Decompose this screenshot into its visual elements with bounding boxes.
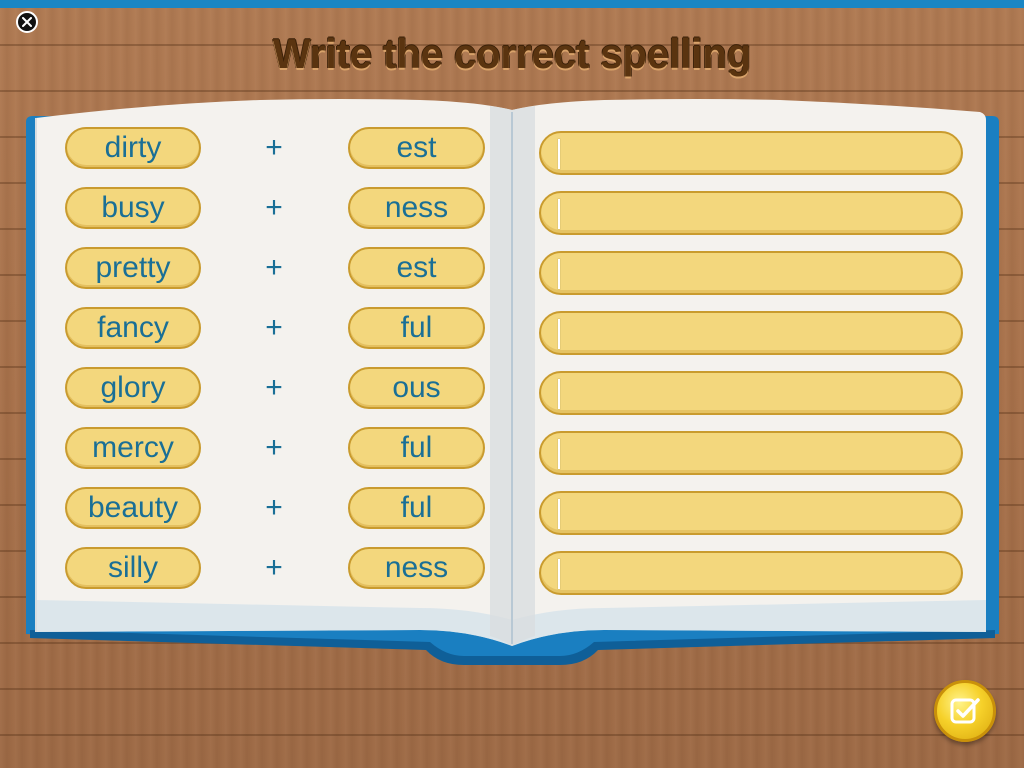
plus-sign: + (265, 191, 283, 224)
suffix-pill: est (348, 247, 485, 289)
suffix-pill: ful (348, 487, 485, 529)
list-item: pretty + est (0, 247, 1024, 295)
answer-input[interactable] (539, 551, 963, 595)
text-caret (558, 379, 560, 409)
close-icon (22, 17, 32, 27)
top-bar (0, 0, 1024, 8)
text-caret (558, 559, 560, 589)
page-title: Write the correct spelling (272, 30, 752, 77)
answer-input[interactable] (539, 191, 963, 235)
plus-sign: + (265, 551, 283, 584)
base-word-pill: fancy (65, 307, 201, 349)
list-item: glory + ous (0, 367, 1024, 415)
list-item: mercy + ful (0, 427, 1024, 475)
answer-input[interactable] (539, 251, 963, 295)
suffix-pill: ous (348, 367, 485, 409)
base-word-pill: glory (65, 367, 201, 409)
text-caret (558, 439, 560, 469)
list-item: beauty + ful (0, 487, 1024, 535)
list-item: fancy + ful (0, 307, 1024, 355)
base-word-pill: mercy (65, 427, 201, 469)
plus-sign: + (265, 131, 283, 164)
plus-sign: + (265, 371, 283, 404)
text-caret (558, 199, 560, 229)
suffix-pill: ful (348, 427, 485, 469)
check-answers-button[interactable] (934, 680, 996, 742)
answer-input[interactable] (539, 311, 963, 355)
base-word-pill: silly (65, 547, 201, 589)
answer-input[interactable] (539, 131, 963, 175)
plus-sign: + (265, 251, 283, 284)
text-caret (558, 499, 560, 529)
suffix-pill: ness (348, 547, 485, 589)
base-word-pill: dirty (65, 127, 201, 169)
list-item: dirty + est (0, 127, 1024, 175)
answer-input[interactable] (539, 431, 963, 475)
base-word-pill: pretty (65, 247, 201, 289)
base-word-pill: busy (65, 187, 201, 229)
plus-sign: + (265, 491, 283, 524)
text-caret (558, 319, 560, 349)
answer-input[interactable] (539, 491, 963, 535)
plus-sign: + (265, 311, 283, 344)
suffix-pill: est (348, 127, 485, 169)
checkbox-check-icon (950, 698, 980, 724)
list-item: silly + ness (0, 547, 1024, 595)
plus-sign: + (265, 431, 283, 464)
list-item: busy + ness (0, 187, 1024, 235)
text-caret (558, 259, 560, 289)
text-caret (558, 139, 560, 169)
answer-input[interactable] (539, 371, 963, 415)
suffix-pill: ness (348, 187, 485, 229)
suffix-pill: ful (348, 307, 485, 349)
base-word-pill: beauty (65, 487, 201, 529)
